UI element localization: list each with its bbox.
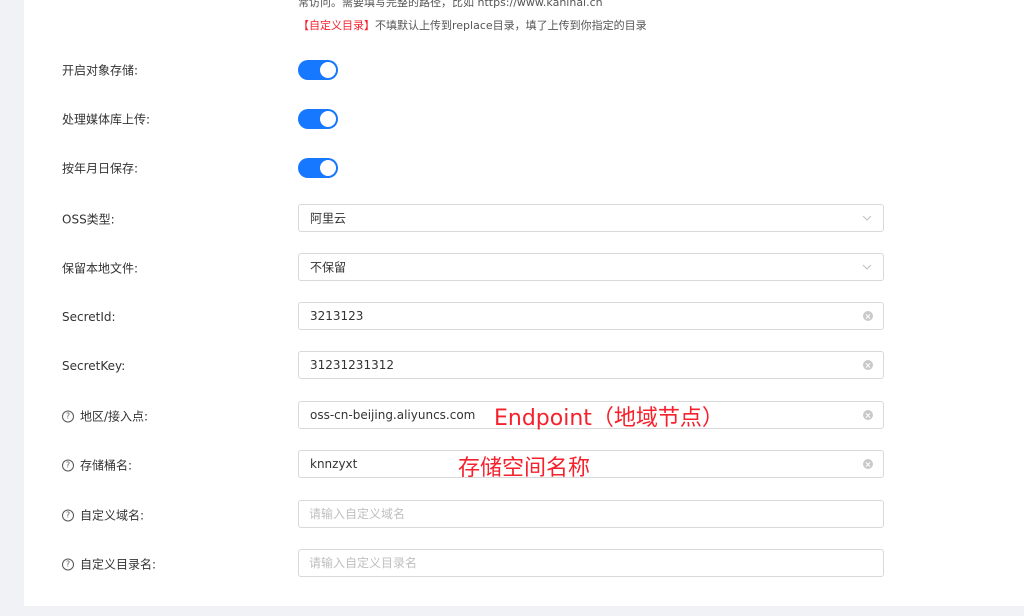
enable-storage-label: 开启对象存储: xyxy=(62,63,139,78)
question-circle-icon[interactable]: ? xyxy=(62,459,74,471)
oss-type-select[interactable]: 阿里云 xyxy=(298,204,884,232)
secret-id-label: SecretId: xyxy=(62,310,116,324)
custom-dir-label: 自定义目录名: xyxy=(80,557,157,572)
question-circle-icon[interactable]: ? xyxy=(62,410,74,422)
endpoint-value: oss-cn-beijing.aliyuncs.com xyxy=(310,408,476,422)
custom-domain-label: 自定义域名: xyxy=(80,508,145,523)
media-upload-label: 处理媒体库上传: xyxy=(62,112,151,127)
settings-panel: 常访问。需要填写完整的路径，比如 https://www.kaninai.cn … xyxy=(24,0,1024,606)
oss-type-label: OSS类型: xyxy=(62,212,115,227)
save-by-date-switch[interactable] xyxy=(298,158,338,178)
question-circle-icon[interactable]: ? xyxy=(62,558,74,570)
keep-local-label: 保留本地文件: xyxy=(62,261,139,276)
custom-domain-input[interactable] xyxy=(309,504,869,524)
bucket-annotation: 存储空间名称 xyxy=(458,456,591,481)
hint-domain-path: 常访问。需要填写完整的路径，比如 https://www.kaninai.cn xyxy=(298,0,603,9)
row-media-upload: 处理媒体库上传: xyxy=(24,104,1024,134)
custom-dir-label-wrap: ? 自定义目录名: xyxy=(62,556,156,573)
row-save-by-date: 按年月日保存: xyxy=(24,153,1024,183)
bucket-value: knnzyxt xyxy=(310,457,358,471)
custom-domain-label-wrap: ? 自定义域名: xyxy=(62,507,144,524)
bucket-label: 存储桶名: xyxy=(80,458,133,473)
clear-icon[interactable] xyxy=(863,459,873,469)
row-custom-domain: ? 自定义域名: xyxy=(24,500,1024,530)
custom-domain-field xyxy=(298,500,884,528)
row-secret-id: SecretId: 3213123 xyxy=(24,302,1024,332)
custom-dir-input[interactable] xyxy=(309,553,869,573)
clear-icon[interactable] xyxy=(863,311,873,321)
chevron-down-icon xyxy=(862,264,872,270)
secret-key-label: SecretKey: xyxy=(62,359,126,373)
question-circle-icon[interactable]: ? xyxy=(62,509,74,521)
enable-storage-switch[interactable] xyxy=(298,60,338,80)
row-oss-type: OSS类型: 阿里云 xyxy=(24,204,1024,234)
hint-custom-dir-title: 【自定义目录】 xyxy=(298,19,375,32)
hint-custom-dir: 【自定义目录】不填默认上传到replace目录，填了上传到你指定的目录 xyxy=(298,19,647,33)
oss-type-value: 阿里云 xyxy=(310,211,347,226)
keep-local-value: 不保留 xyxy=(310,260,347,275)
chevron-down-icon xyxy=(862,215,872,221)
row-keep-local: 保留本地文件: 不保留 xyxy=(24,253,1024,283)
hint-custom-dir-text: 不填默认上传到replace目录，填了上传到你指定的目录 xyxy=(375,19,647,32)
switch-knob xyxy=(320,160,336,176)
clear-icon[interactable] xyxy=(863,410,873,420)
endpoint-label: 地区/接入点: xyxy=(80,409,149,424)
save-by-date-label: 按年月日保存: xyxy=(62,161,139,176)
bucket-label-wrap: ? 存储桶名: xyxy=(62,457,132,474)
switch-knob xyxy=(320,111,336,127)
secret-id-input[interactable]: 3213123 xyxy=(298,302,884,330)
secret-key-value: 31231231312 xyxy=(310,358,394,372)
media-upload-switch[interactable] xyxy=(298,109,338,129)
secret-key-input[interactable]: 31231231312 xyxy=(298,351,884,379)
secret-id-value: 3213123 xyxy=(310,309,364,323)
row-custom-dir: ? 自定义目录名: xyxy=(24,549,1024,579)
clear-icon[interactable] xyxy=(863,360,873,370)
switch-knob xyxy=(320,62,336,78)
custom-dir-field xyxy=(298,549,884,577)
endpoint-label-wrap: ? 地区/接入点: xyxy=(62,408,148,425)
keep-local-select[interactable]: 不保留 xyxy=(298,253,884,281)
bucket-input[interactable]: knnzyxt xyxy=(298,450,884,478)
endpoint-annotation: Endpoint（地域节点） xyxy=(494,406,724,431)
row-secret-key: SecretKey: 31231231312 xyxy=(24,351,1024,381)
row-enable-storage: 开启对象存储: xyxy=(24,55,1024,85)
